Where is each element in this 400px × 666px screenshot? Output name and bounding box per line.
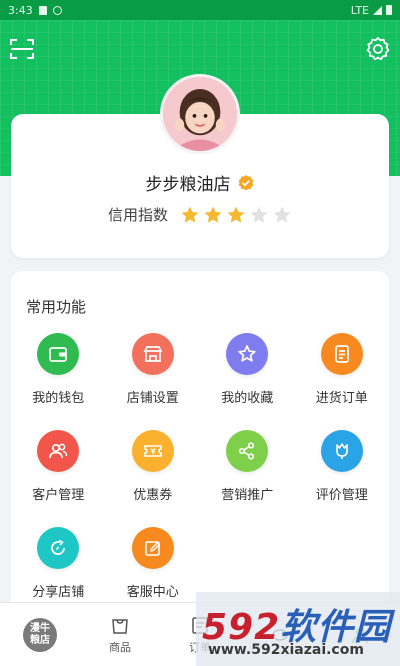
function-review-management[interactable]: 评价管理	[295, 430, 390, 508]
gear-icon	[366, 37, 390, 61]
star-icon	[226, 333, 269, 375]
function-my-wallet[interactable]: 我的钱包	[11, 333, 106, 411]
review-icon	[320, 430, 363, 472]
sync-icon	[52, 5, 62, 15]
star-filled-icon	[204, 206, 222, 223]
watermark-url: www.592xiazai.com	[208, 642, 364, 658]
star-empty-icon	[250, 206, 268, 223]
function-label: 进货订单	[315, 391, 368, 406]
function-label: 店铺设置	[126, 391, 179, 406]
function-label: 优惠券	[133, 488, 173, 503]
coupon-icon	[131, 430, 174, 472]
star-empty-icon	[273, 206, 291, 223]
store-name: 步步粮油店	[145, 175, 231, 195]
share-icon	[226, 430, 269, 472]
status-bar: 3:43 LTE	[0, 0, 400, 20]
function-label: 客服中心	[126, 585, 179, 600]
network-type: LTE	[350, 3, 369, 17]
battery-icon	[386, 5, 392, 15]
settings-button[interactable]	[365, 36, 391, 62]
nav-label: 商品	[109, 641, 131, 654]
credit-rating: 信用指数	[11, 204, 389, 225]
credit-label: 信用指数	[107, 206, 168, 224]
service-icon	[131, 527, 174, 569]
function-grid: 我的钱包 店铺设置 我的收藏 进货订单 客户管理 优惠券 营销推广 评价管理 分…	[11, 333, 389, 605]
nav-home-logo[interactable]: 漫牛粮店	[0, 603, 80, 666]
nav-goods[interactable]: 商品	[80, 603, 160, 666]
star-filled-icon	[181, 206, 199, 223]
common-functions-card: 常用功能 我的钱包 店铺设置 我的收藏 进货订单 客户管理 优惠券 营销推广 评…	[11, 271, 389, 611]
function-customer-management[interactable]: 客户管理	[11, 430, 106, 508]
star-filled-icon	[227, 206, 245, 223]
order-icon	[320, 333, 363, 375]
avatar-image	[163, 77, 237, 151]
function-label: 分享店铺	[32, 585, 85, 600]
avatar[interactable]	[160, 74, 240, 154]
watermark: 592软件园 www.592xiazai.com	[196, 592, 400, 666]
function-label: 客户管理	[32, 488, 85, 503]
scan-button[interactable]	[10, 38, 34, 60]
customers-icon	[37, 430, 80, 472]
status-time: 3:43	[8, 3, 33, 17]
function-coupons[interactable]: 优惠券	[106, 430, 201, 508]
function-label: 我的收藏	[221, 391, 274, 406]
function-label: 评价管理	[315, 488, 368, 503]
rating-stars	[180, 205, 292, 225]
function-my-favorites[interactable]: 我的收藏	[200, 333, 295, 411]
scan-icon	[10, 39, 34, 59]
store-icon	[131, 333, 174, 375]
wallet-icon	[37, 333, 80, 375]
section-title: 常用功能	[26, 298, 87, 316]
shopping-bag-icon	[112, 619, 128, 634]
signal-icon	[373, 5, 382, 15]
verified-badge-icon	[238, 174, 253, 190]
function-label: 营销推广	[221, 488, 274, 503]
sd-card-icon	[38, 5, 47, 15]
function-label: 我的钱包	[32, 391, 85, 406]
function-service-center[interactable]: 客服中心	[106, 527, 201, 605]
share-store-icon	[37, 527, 80, 569]
app-logo: 漫牛粮店	[23, 617, 57, 652]
function-store-settings[interactable]: 店铺设置	[106, 333, 201, 411]
function-share-store[interactable]: 分享店铺	[11, 527, 106, 605]
function-purchase-orders[interactable]: 进货订单	[295, 333, 390, 411]
function-marketing[interactable]: 营销推广	[200, 430, 295, 508]
